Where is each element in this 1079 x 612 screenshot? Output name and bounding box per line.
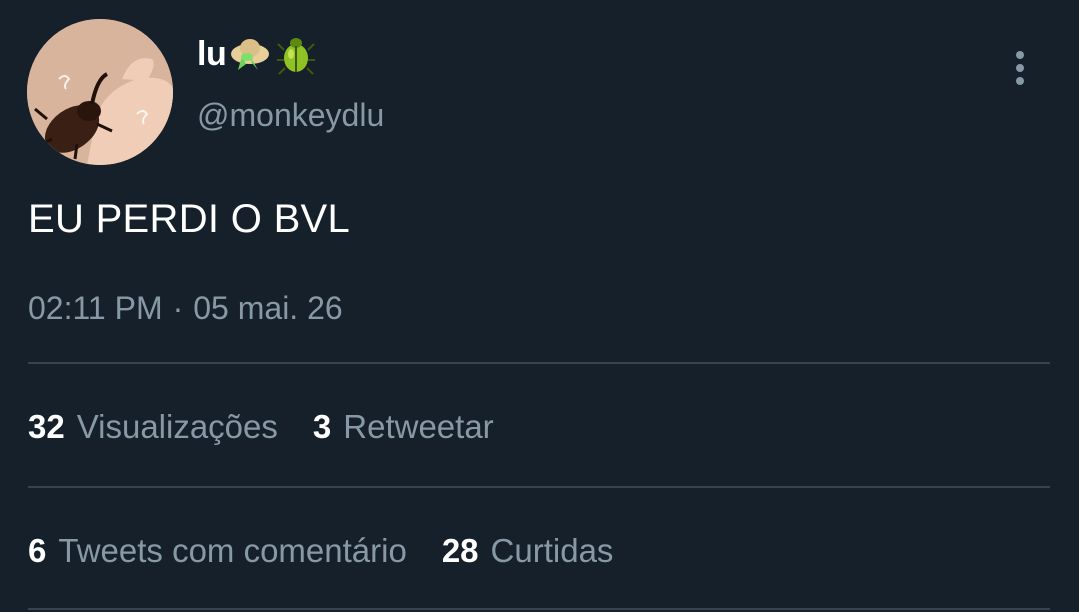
dot xyxy=(1016,77,1024,85)
stat-count: 32 xyxy=(28,408,65,445)
avatar-beetle-image xyxy=(27,19,173,165)
tweet-timestamp[interactable]: 02:11 PM · 05 mai. 26 xyxy=(28,290,343,327)
stats-row-2: 6 Tweets com comentário 28 Curtidas xyxy=(28,532,648,570)
tweet-date: 05 mai. 26 xyxy=(193,290,343,326)
more-options-icon[interactable] xyxy=(1004,48,1036,88)
divider xyxy=(28,486,1050,488)
stat-count: 6 xyxy=(28,532,47,569)
dot xyxy=(1016,51,1024,59)
stat-count: 28 xyxy=(441,532,479,569)
divider xyxy=(28,362,1050,364)
tweet-time: 02:11 PM xyxy=(28,290,163,326)
stat-label: Curtidas xyxy=(490,532,614,569)
tweet-text: EU PERDI O BVL xyxy=(28,197,351,241)
hat-with-bow-emoji-icon xyxy=(228,32,272,76)
stat-count: 3 xyxy=(312,408,332,445)
stat-likes[interactable]: 28 Curtidas xyxy=(442,532,614,570)
stat-views[interactable]: 32 Visualizações xyxy=(28,408,278,446)
stat-label: Retweetar xyxy=(343,408,494,445)
stat-label: Visualizações xyxy=(76,408,278,445)
divider xyxy=(28,608,1050,610)
stat-quote-tweets[interactable]: 6 Tweets com comentário xyxy=(28,532,407,570)
display-name[interactable]: lu xyxy=(197,32,318,76)
stats-row-1: 32 Visualizações 3 Retweetar xyxy=(28,408,529,446)
beetle-emoji-icon xyxy=(274,32,318,76)
display-name-text: lu xyxy=(197,34,227,73)
user-handle[interactable]: @monkeydlu xyxy=(197,97,384,134)
stat-label: Tweets com comentário xyxy=(58,532,407,569)
meta-separator: · xyxy=(172,290,184,326)
dot xyxy=(1016,64,1024,72)
stat-retweets[interactable]: 3 Retweetar xyxy=(313,408,494,446)
avatar[interactable] xyxy=(27,19,173,165)
